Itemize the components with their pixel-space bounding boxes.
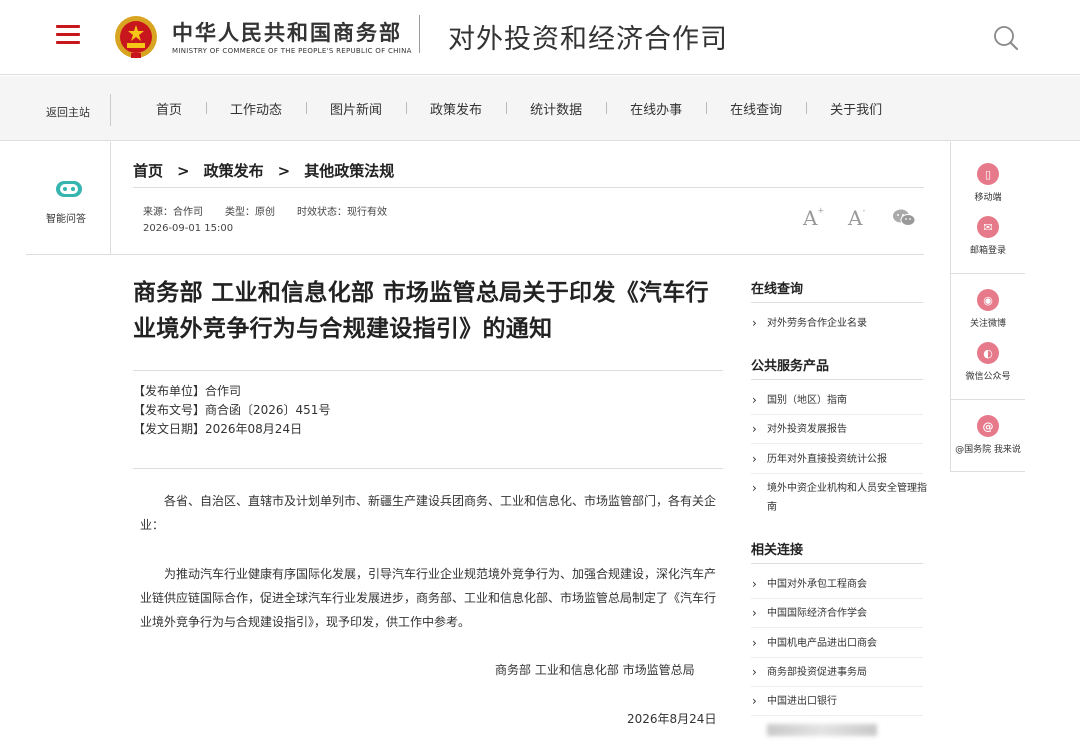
divider [751, 627, 923, 628]
meta-type: 类型：原创 [225, 207, 275, 218]
divider [751, 414, 923, 415]
divider [951, 273, 1025, 274]
nav-items: 首页 工作动态 图片新闻 政策发布 统计数据 在线办事 在线查询 关于我们 [132, 76, 906, 141]
divider [133, 370, 723, 371]
divider [951, 471, 1025, 472]
nav-item-online-query[interactable]: 在线查询 [706, 99, 806, 118]
back-to-main-site-link[interactable]: 返回主站 [46, 104, 90, 120]
header-divider [419, 15, 420, 53]
state-council-feedback-label: @国务院 我来说 [955, 445, 1021, 455]
divider [26, 254, 924, 255]
article-meta: 来源：合作司 类型：原创 时效状态：现行有效 [143, 203, 409, 218]
issue-date: 【发文日期】2026年08月24日 [133, 422, 303, 436]
link-country-guide[interactable]: 国别（地区）指南 [752, 391, 927, 410]
wechat-official-label: 微信公众号 [965, 372, 1011, 382]
document-info: 【发布单位】合作司 【发布文号】商合函〔2026〕451号 【发文日期】2026… [133, 382, 330, 439]
public-services-title: 公共服务产品 [751, 359, 830, 374]
link-chinca[interactable]: 中国对外承包工程商会 [752, 575, 927, 594]
robot-icon[interactable] [54, 178, 84, 200]
font-increase-label: A [803, 206, 818, 230]
nav-item-about-us[interactable]: 关于我们 [806, 99, 906, 118]
divider [751, 686, 923, 687]
mobile-label: 移动端 [974, 193, 1002, 203]
link-cccme[interactable]: 中国机电产品进出口商会 [752, 634, 927, 653]
link-investment-promotion-agency[interactable]: 商务部投资促进事务局 [752, 663, 927, 682]
article-paragraph-addressees: 各省、自治区、直辖市及计划单列市、新疆生产建设兵团商务、工业和信息化、市场监管部… [140, 494, 717, 532]
font-decrease-sup: - [862, 206, 866, 215]
meta-status: 时效状态：现行有效 [297, 207, 387, 218]
breadcrumb-separator: > [177, 162, 190, 180]
mobile-link[interactable]: ▯ 移动端 [951, 163, 1025, 203]
article-sign-date: 2026年8月24日 [627, 712, 717, 726]
divider [751, 302, 923, 303]
breadcrumb-separator: > [277, 162, 291, 180]
divider [751, 715, 923, 716]
breadcrumb-home[interactable]: 首页 [133, 162, 163, 180]
font-increase-sup: + [817, 206, 825, 215]
article-paragraph-body: 为推动汽车行业健康有序国际化发展，引导汽车行业企业规范境外竞争行为、加强合规建设… [140, 567, 717, 629]
link-safety-guide[interactable]: 境外中资企业机构和人员安全管理指南 [752, 479, 927, 517]
wechat-official-link[interactable]: ◐ 微信公众号 [951, 342, 1025, 382]
divider [751, 473, 923, 474]
online-query-title: 在线查询 [751, 282, 804, 297]
article-title: 商务部 工业和信息化部 市场监管总局关于印发《汽车行业境外竞争行为与合规建设指引… [133, 280, 709, 342]
divider [751, 657, 923, 658]
nav-item-online-services[interactable]: 在线办事 [606, 99, 706, 118]
wechat-icon: ◐ [977, 342, 999, 364]
nav-item-home[interactable]: 首页 [132, 99, 206, 118]
breadcrumb: 首页 > 政策发布 > 其他政策法规 [133, 160, 394, 181]
font-decrease-label: A [848, 206, 863, 230]
ministry-name-en: MINISTRY OF COMMERCE OF THE PEOPLE'S REP… [172, 47, 412, 55]
department-title: 对外投资和经济合作司 [448, 24, 728, 55]
link-fdi-bulletin[interactable]: 历年对外直接投资统计公报 [752, 450, 927, 469]
article-signature: 商务部 工业和信息化部 市场监管总局 [495, 663, 695, 677]
smart-qa-panel: 智能问答 [26, 142, 111, 255]
divider [133, 468, 723, 469]
nav-item-statistics[interactable]: 统计数据 [506, 99, 606, 118]
weibo-icon: ◉ [977, 289, 999, 311]
mail-login-label: 邮箱登录 [969, 246, 1006, 256]
smart-qa-label[interactable]: 智能问答 [46, 210, 86, 225]
issuer: 【发布单位】合作司 [133, 384, 242, 398]
meta-source: 来源：合作司 [143, 207, 203, 218]
doc-number: 【发布文号】商合函〔2026〕451号 [133, 403, 331, 417]
link-exim-bank[interactable]: 中国进出口银行 [752, 692, 927, 711]
link-caiec[interactable]: 中国国际经济合作学会 [752, 604, 927, 623]
link-investment-report[interactable]: 对外投资发展报告 [752, 420, 927, 439]
national-emblem-logo [115, 16, 157, 58]
weibo-label: 关注微博 [969, 319, 1006, 329]
link-labor-cooperation-list[interactable]: 对外劳务合作企业名录 [752, 314, 927, 333]
nav-item-work-news[interactable]: 工作动态 [206, 99, 306, 118]
main-nav: 返回主站 首页 工作动态 图片新闻 政策发布 统计数据 在线办事 在线查询 关于… [0, 76, 1080, 141]
mail-icon: ✉ [977, 216, 999, 238]
related-links-title: 相关连接 [751, 543, 804, 558]
site-header: 中华人民共和国商务部 MINISTRY OF COMMERCE OF THE P… [0, 0, 1080, 75]
quick-access-sidebar: ▯ 移动端 ✉ 邮箱登录 ◉ 关注微博 ◐ 微信公众号 @ @国务院 我来说 [950, 142, 1025, 472]
font-decrease-button[interactable]: A- [848, 206, 865, 230]
mobile-icon: ▯ [977, 163, 999, 185]
divider [751, 563, 923, 564]
nav-item-photo-news[interactable]: 图片新闻 [306, 99, 406, 118]
nav-item-policy[interactable]: 政策发布 [406, 99, 506, 118]
divider [751, 379, 923, 380]
mail-login-link[interactable]: ✉ 邮箱登录 [951, 216, 1025, 256]
meta-datetime: 2026-09-01 15:00 [143, 223, 234, 234]
obscured-link [767, 724, 877, 736]
hamburger-menu-icon[interactable] [56, 25, 80, 45]
divider [133, 187, 924, 188]
at-icon: @ [977, 415, 999, 437]
wechat-share-icon[interactable] [892, 208, 916, 228]
nav-divider [110, 94, 111, 126]
divider [751, 598, 923, 599]
divider [951, 399, 1025, 400]
breadcrumb-other-regulations[interactable]: 其他政策法规 [304, 162, 394, 180]
state-council-feedback-link[interactable]: @ @国务院 我来说 [951, 415, 1025, 455]
divider [751, 443, 923, 444]
font-increase-button[interactable]: A+ [803, 206, 824, 230]
search-icon[interactable] [992, 24, 1020, 52]
ministry-name-cn: 中华人民共和国商务部 [172, 21, 402, 45]
breadcrumb-policy[interactable]: 政策发布 [204, 162, 264, 180]
weibo-link[interactable]: ◉ 关注微博 [951, 289, 1025, 329]
